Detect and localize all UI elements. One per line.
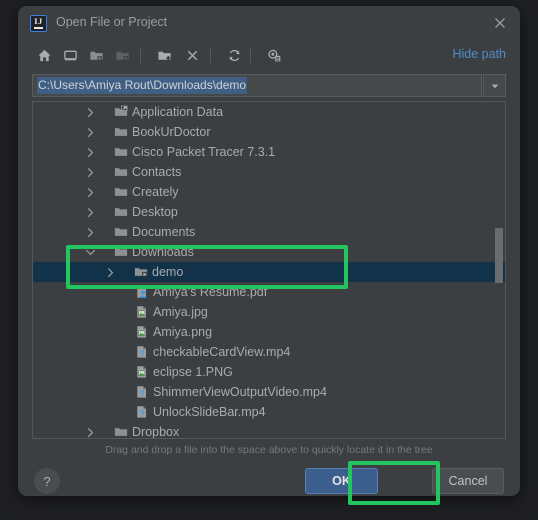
dialog-title: Open File or Project xyxy=(56,15,168,29)
hide-path-link[interactable]: Hide path xyxy=(452,47,506,61)
tree-row-label: demo xyxy=(152,265,184,279)
toolbar-separator-2 xyxy=(210,47,211,63)
show-hidden-files-icon[interactable] xyxy=(262,43,286,67)
tree-row-label: UnlockSlideBar.mp4 xyxy=(153,405,266,419)
tree-row-label: checkableCardView.mp4 xyxy=(153,345,291,359)
tree-row-label: Contacts xyxy=(132,165,182,179)
tree-scrollbar-track[interactable] xyxy=(495,103,504,437)
folder-icon xyxy=(113,422,129,438)
folder-icon xyxy=(113,222,129,242)
tree-row-label: BookUrDoctor xyxy=(132,125,211,139)
help-button[interactable]: ? xyxy=(34,468,60,494)
tree-row-label: Downloads xyxy=(132,245,194,259)
tree-row-label: Cisco Packet Tracer 7.3.1 xyxy=(132,145,276,159)
tree-row[interactable]: Creately xyxy=(33,182,505,202)
tree-row-label: eclipse 1.PNG xyxy=(153,365,233,379)
tree-row-label: Amiya.png xyxy=(153,325,213,339)
svg-text:?: ? xyxy=(140,389,145,399)
chevron-right-icon[interactable] xyxy=(83,202,97,222)
tree-row-label: Amiya.jpg xyxy=(153,305,208,319)
tree-row[interactable]: BookUrDoctor xyxy=(33,122,505,142)
tree-row[interactable]: eclipse 1.PNG xyxy=(33,362,505,382)
tree-row[interactable]: ? UnlockSlideBar.mp4 xyxy=(33,402,505,422)
close-x-icon[interactable] xyxy=(180,43,204,67)
tree-row-label: Dropbox xyxy=(132,425,180,439)
app-logo-text: IJ xyxy=(34,16,43,26)
tree-row-label: Creately xyxy=(132,185,179,199)
dialog-footer: ? OK Cancel xyxy=(32,456,506,496)
chevron-right-icon[interactable] xyxy=(83,422,97,438)
tree-row-selected[interactable]: demo xyxy=(33,262,505,282)
dialog-titlebar: IJ Open File or Project xyxy=(18,6,520,40)
tree-row-label: Desktop xyxy=(132,205,178,219)
chevron-right-icon[interactable] xyxy=(103,262,117,282)
chevron-down-icon[interactable] xyxy=(483,74,506,97)
app-logo-underline xyxy=(34,26,43,29)
folder-icon xyxy=(113,142,129,162)
folder-add-icon[interactable] xyxy=(152,43,176,67)
tree-row[interactable]: Downloads xyxy=(33,242,505,262)
chevron-right-icon[interactable] xyxy=(83,102,97,122)
intellij-idea-logo-icon: IJ xyxy=(30,15,47,32)
tree-row[interactable]: Application Data xyxy=(33,102,505,122)
folder-icon xyxy=(113,202,129,222)
tree-scrollbar-thumb[interactable] xyxy=(495,228,503,283)
tree-row[interactable]: Contacts xyxy=(33,162,505,182)
open-file-dialog: IJ Open File or Project Hide path C:\Use… xyxy=(18,6,520,496)
tree-row[interactable]: Desktop xyxy=(33,202,505,222)
close-icon[interactable] xyxy=(490,13,510,33)
tree-row[interactable]: Amiya.png xyxy=(33,322,505,342)
svg-text:?: ? xyxy=(140,409,145,419)
tree-row[interactable]: Cisco Packet Tracer 7.3.1 xyxy=(33,142,505,162)
folder-project-icon[interactable] xyxy=(84,43,108,67)
file-tree[interactable]: Application Data BookUrDoctor Cisco Packet… xyxy=(33,102,505,438)
image-file-icon xyxy=(134,302,150,322)
folder-shortcut-icon xyxy=(113,102,129,122)
desktop-icon[interactable] xyxy=(58,43,82,67)
unknown-file-icon: ? xyxy=(134,342,150,362)
chevron-right-icon[interactable] xyxy=(83,122,97,142)
chevron-down-icon[interactable] xyxy=(83,242,97,262)
cancel-button[interactable]: Cancel xyxy=(432,468,504,494)
folder-icon xyxy=(113,242,129,262)
dialog-toolbar: Hide path xyxy=(32,40,506,70)
tree-row[interactable]: Amiya's Resume.pdf xyxy=(33,282,505,302)
chevron-right-icon[interactable] xyxy=(83,182,97,202)
unknown-file-icon: ? xyxy=(134,402,150,422)
unknown-file-icon: ? xyxy=(134,382,150,402)
folder-icon xyxy=(113,162,129,182)
folder-module-icon xyxy=(133,262,149,282)
chevron-right-icon[interactable] xyxy=(83,222,97,242)
folder-icon xyxy=(113,182,129,202)
path-input-value: C:\Users\Amiya Rout\Downloads\demo xyxy=(37,77,248,94)
chevron-right-icon[interactable] xyxy=(83,162,97,182)
folder-icon xyxy=(113,122,129,142)
tree-row[interactable]: ? ShimmerViewOutputVideo.mp4 xyxy=(33,382,505,402)
tree-row-label: Amiya's Resume.pdf xyxy=(153,285,268,299)
svg-text:?: ? xyxy=(140,349,145,359)
chevron-right-icon[interactable] xyxy=(83,142,97,162)
folder-module-icon xyxy=(110,43,134,67)
file-tree-panel: Application Data BookUrDoctor Cisco Packet… xyxy=(32,101,506,439)
tree-row[interactable]: Amiya.jpg xyxy=(33,302,505,322)
toolbar-separator-3 xyxy=(250,47,251,63)
tree-row-label: Application Data xyxy=(132,105,224,119)
path-input[interactable]: C:\Users\Amiya Rout\Downloads\demo xyxy=(32,74,482,97)
image-file-icon xyxy=(134,362,150,382)
tree-row-label: Documents xyxy=(132,225,196,239)
path-row: C:\Users\Amiya Rout\Downloads\demo xyxy=(32,74,506,97)
image-file-icon xyxy=(134,322,150,342)
tree-row[interactable]: ? checkableCardView.mp4 xyxy=(33,342,505,362)
toolbar-separator-1 xyxy=(140,47,141,63)
refresh-icon[interactable] xyxy=(222,43,246,67)
tree-row-label: ShimmerViewOutputVideo.mp4 xyxy=(153,385,327,399)
tree-row[interactable]: Dropbox xyxy=(33,422,505,439)
ok-button[interactable]: OK xyxy=(305,468,378,494)
pdf-file-icon xyxy=(134,282,150,302)
home-icon[interactable] xyxy=(32,43,56,67)
drag-drop-hint: Drag and drop a file into the space abov… xyxy=(105,444,433,456)
tree-row[interactable]: Documents xyxy=(33,222,505,242)
